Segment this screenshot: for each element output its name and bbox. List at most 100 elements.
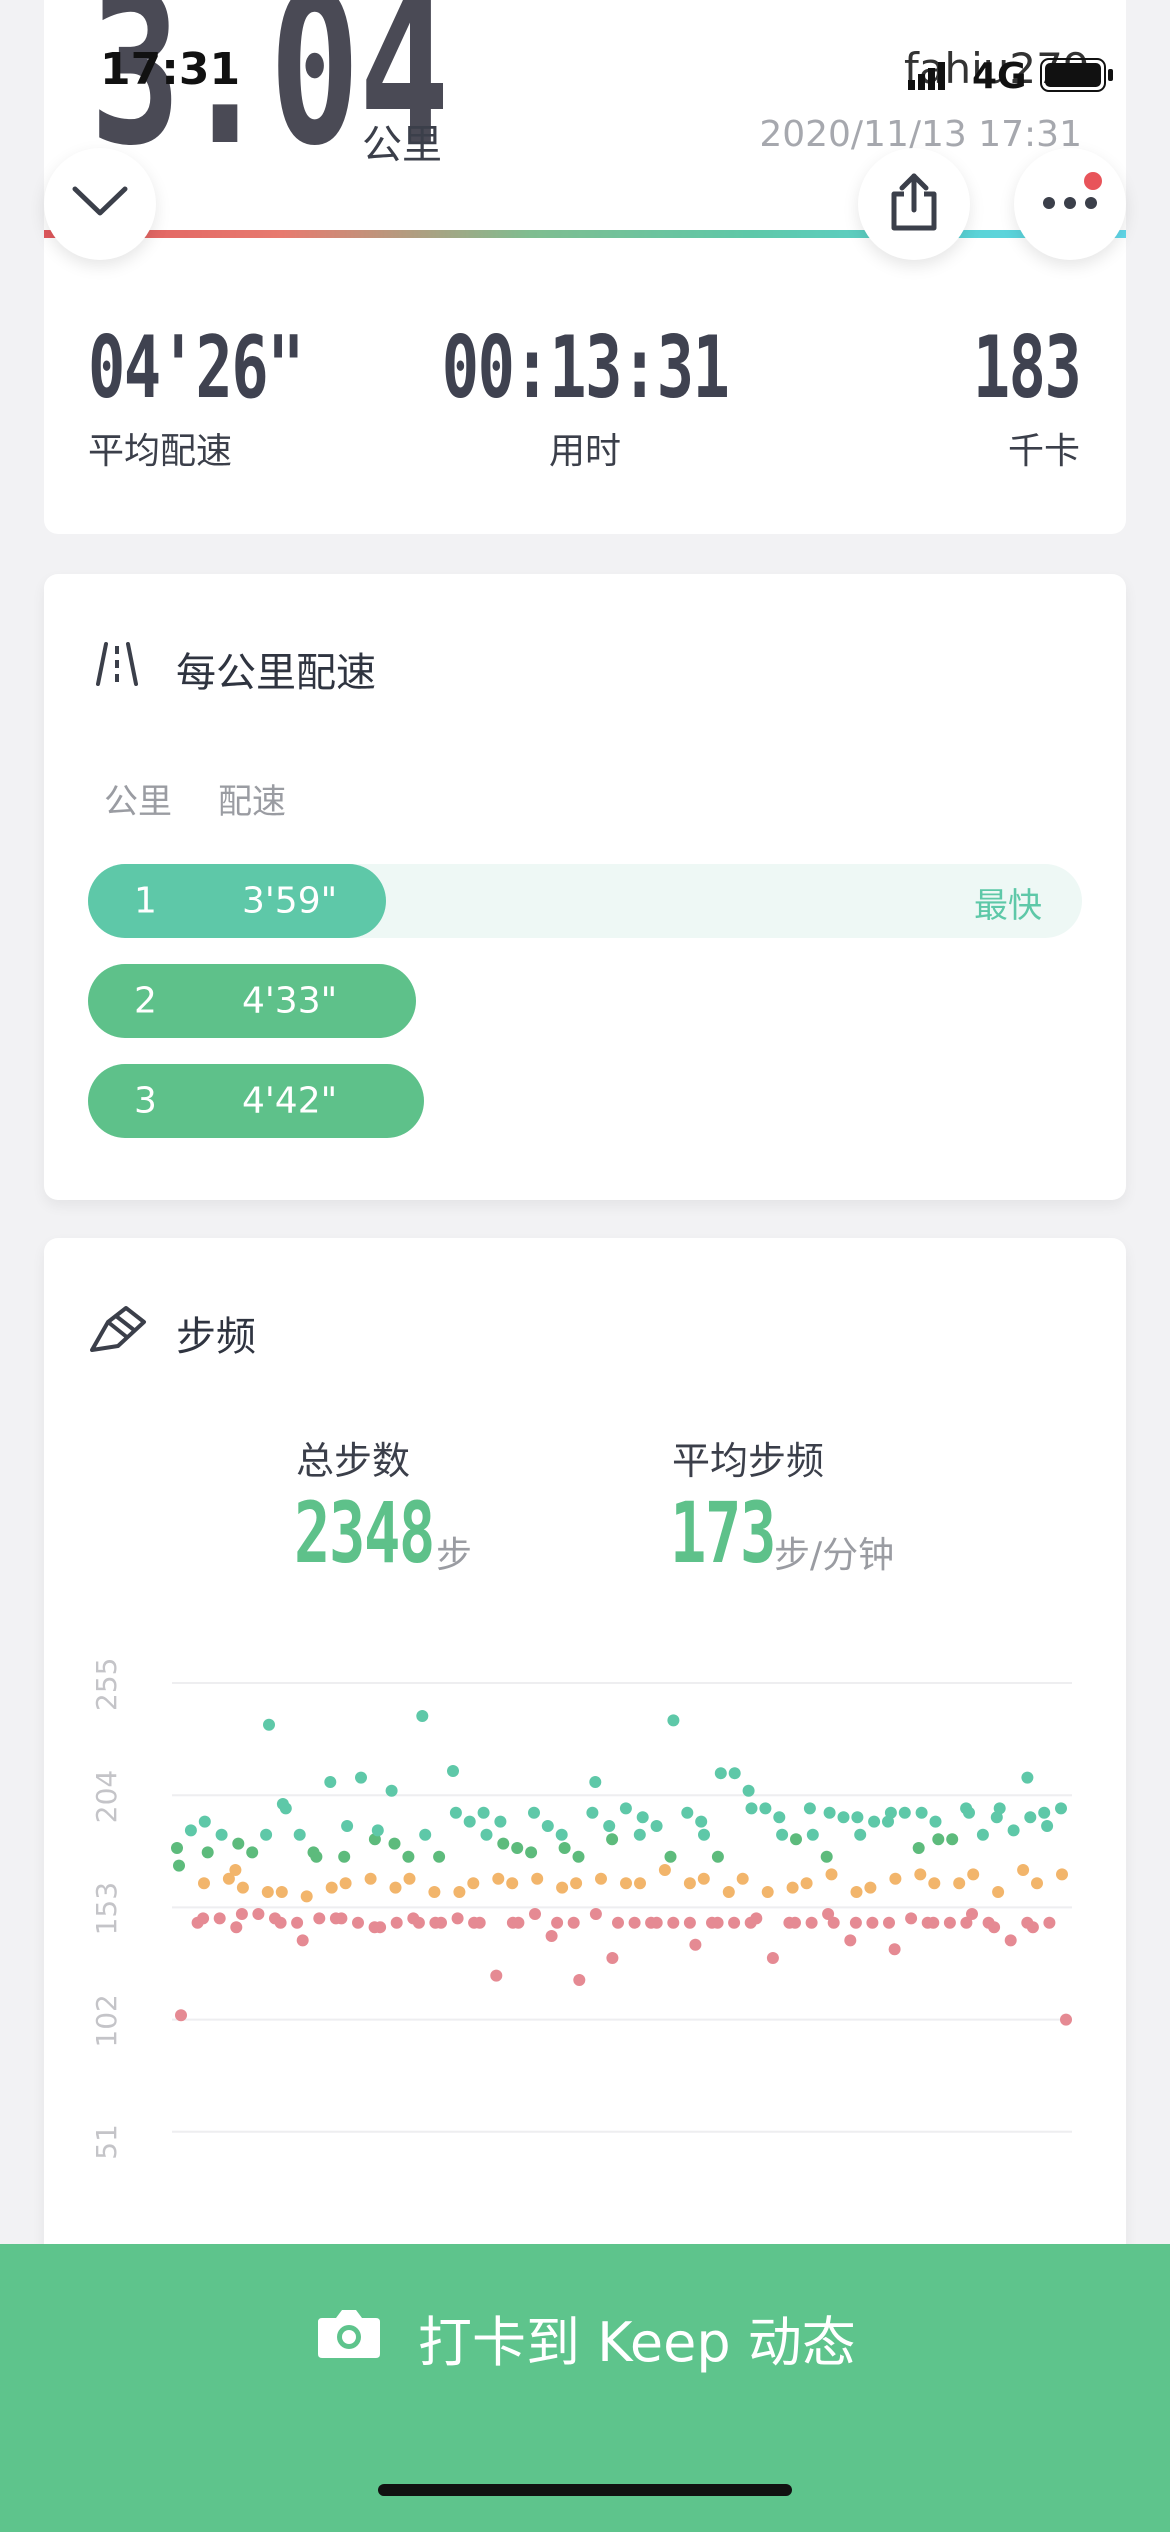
status-time: 17:31: [100, 44, 241, 95]
calories-value: 183: [972, 318, 1081, 418]
cadence-point: [572, 1850, 585, 1863]
cadence-point: [928, 1877, 941, 1890]
cadence-point: [529, 1908, 541, 1920]
cadence-point: [883, 1916, 895, 1929]
more-button[interactable]: [1014, 148, 1126, 260]
cadence-point: [728, 1916, 741, 1929]
cadence-point: [967, 1868, 980, 1881]
checkin-label: 打卡到 Keep 动态: [418, 2311, 856, 2374]
cadence-point: [1026, 1921, 1039, 1934]
cadence-point: [850, 1886, 863, 1898]
cadence-point: [300, 1890, 313, 1903]
cadence-point: [761, 1886, 774, 1898]
cadence-point: [837, 1811, 850, 1824]
cadence-point: [477, 1806, 490, 1819]
pace-row-km: 1: [134, 880, 157, 922]
cadence-point: [230, 1921, 243, 1934]
cadence-point: [263, 1718, 275, 1731]
cadence-point: [1055, 1802, 1067, 1815]
cadence-point: [866, 1916, 879, 1929]
distance-unit: 公里: [362, 122, 442, 168]
cadence-point: [467, 1877, 480, 1890]
pace-col-pace: 配速: [218, 782, 286, 822]
cadence-point: [389, 1881, 402, 1894]
pace-row-3: 3 4'42": [88, 1064, 424, 1138]
checkin-button[interactable]: 打卡到 Keep 动态: [0, 2244, 1170, 2532]
cadence-point: [291, 1916, 304, 1929]
avg-cadence-label: 平均步频: [672, 1439, 825, 1483]
pace-row-km: 3: [134, 1080, 157, 1122]
cadence-point: [634, 1877, 646, 1890]
cadence-point: [531, 1872, 544, 1885]
calories-label: 千卡: [1007, 431, 1080, 472]
cadence-point: [473, 1916, 486, 1929]
cadence-point: [988, 1921, 1001, 1934]
cadence-point: [313, 1912, 326, 1925]
cadence-point: [215, 1828, 228, 1841]
cadence-point: [844, 1934, 857, 1947]
cadence-point: [745, 1802, 758, 1815]
cadence-point: [480, 1828, 493, 1841]
cadence-point: [695, 1815, 708, 1828]
pace-row-2: 2 4'33": [88, 964, 416, 1038]
cadence-point: [453, 1886, 466, 1898]
total-steps-label: 总步数: [296, 1439, 411, 1483]
cadence-point: [433, 1850, 446, 1863]
cadence-point: [324, 1776, 337, 1788]
cadence-point: [1021, 1771, 1034, 1784]
cadence-point: [260, 1828, 273, 1841]
cadence-point: [606, 1952, 619, 1964]
cadence-point: [341, 1820, 354, 1832]
cadence-point: [586, 1806, 599, 1819]
cadence-point: [667, 1916, 680, 1929]
cadence-point: [1038, 1806, 1051, 1819]
cadence-point: [993, 1802, 1006, 1815]
cadence-point: [296, 1934, 309, 1947]
cadence-point: [773, 1811, 786, 1824]
avg-cadence-unit: 步/分钟: [774, 1535, 895, 1576]
cadence-point: [595, 1872, 607, 1885]
cadence-point: [175, 2009, 187, 2022]
cadence-point: [222, 1872, 235, 1885]
cadence-point: [667, 1714, 680, 1727]
shoe-icon: [88, 1304, 148, 1360]
collapse-button[interactable]: [44, 148, 156, 260]
cadence-point: [371, 1824, 384, 1837]
cadence-point: [235, 1908, 248, 1920]
y-tick-label: 102: [90, 1994, 123, 2047]
cadence-point: [573, 1974, 586, 1986]
cadence-point: [402, 1850, 415, 1863]
cadence-point: [683, 1916, 696, 1929]
cadence-point: [232, 1837, 245, 1850]
cadence-point: [650, 1820, 663, 1832]
duration-label: 用时: [548, 431, 621, 472]
cadence-point: [279, 1802, 292, 1815]
cadence-point: [525, 1846, 538, 1859]
cadence-point: [388, 1837, 401, 1850]
cadence-point: [992, 1886, 1005, 1898]
cadence-point: [556, 1881, 569, 1894]
cadence-point: [776, 1828, 789, 1841]
duration-value: 00:13:31: [441, 318, 730, 418]
cadence-point: [1017, 1864, 1030, 1876]
cadence-point: [589, 1776, 602, 1788]
cadence-point: [385, 1784, 398, 1797]
cadence-point: [915, 1806, 928, 1819]
cadence-point: [683, 1877, 696, 1890]
cadence-point: [428, 1886, 441, 1898]
cadence-point: [274, 1916, 287, 1929]
battery-icon: [1040, 58, 1116, 96]
share-button[interactable]: [858, 148, 970, 260]
cadence-point: [849, 1916, 862, 1929]
pace-row-pace: 4'42": [242, 1080, 338, 1122]
cadence-point: [806, 1828, 819, 1841]
pace-card: 每公里配速 公里 配速 最快 1 3'59" 2 4'33" 3 4'42": [44, 574, 1126, 1200]
cadence-point: [201, 1846, 214, 1859]
cadence-point: [711, 1916, 724, 1929]
cadence-point: [766, 1952, 779, 1964]
cadence-point: [352, 1916, 364, 1929]
cadence-point: [570, 1877, 583, 1890]
cadence-point: [714, 1767, 727, 1780]
cadence-point: [589, 1908, 602, 1920]
cadence-point: [338, 1850, 351, 1863]
